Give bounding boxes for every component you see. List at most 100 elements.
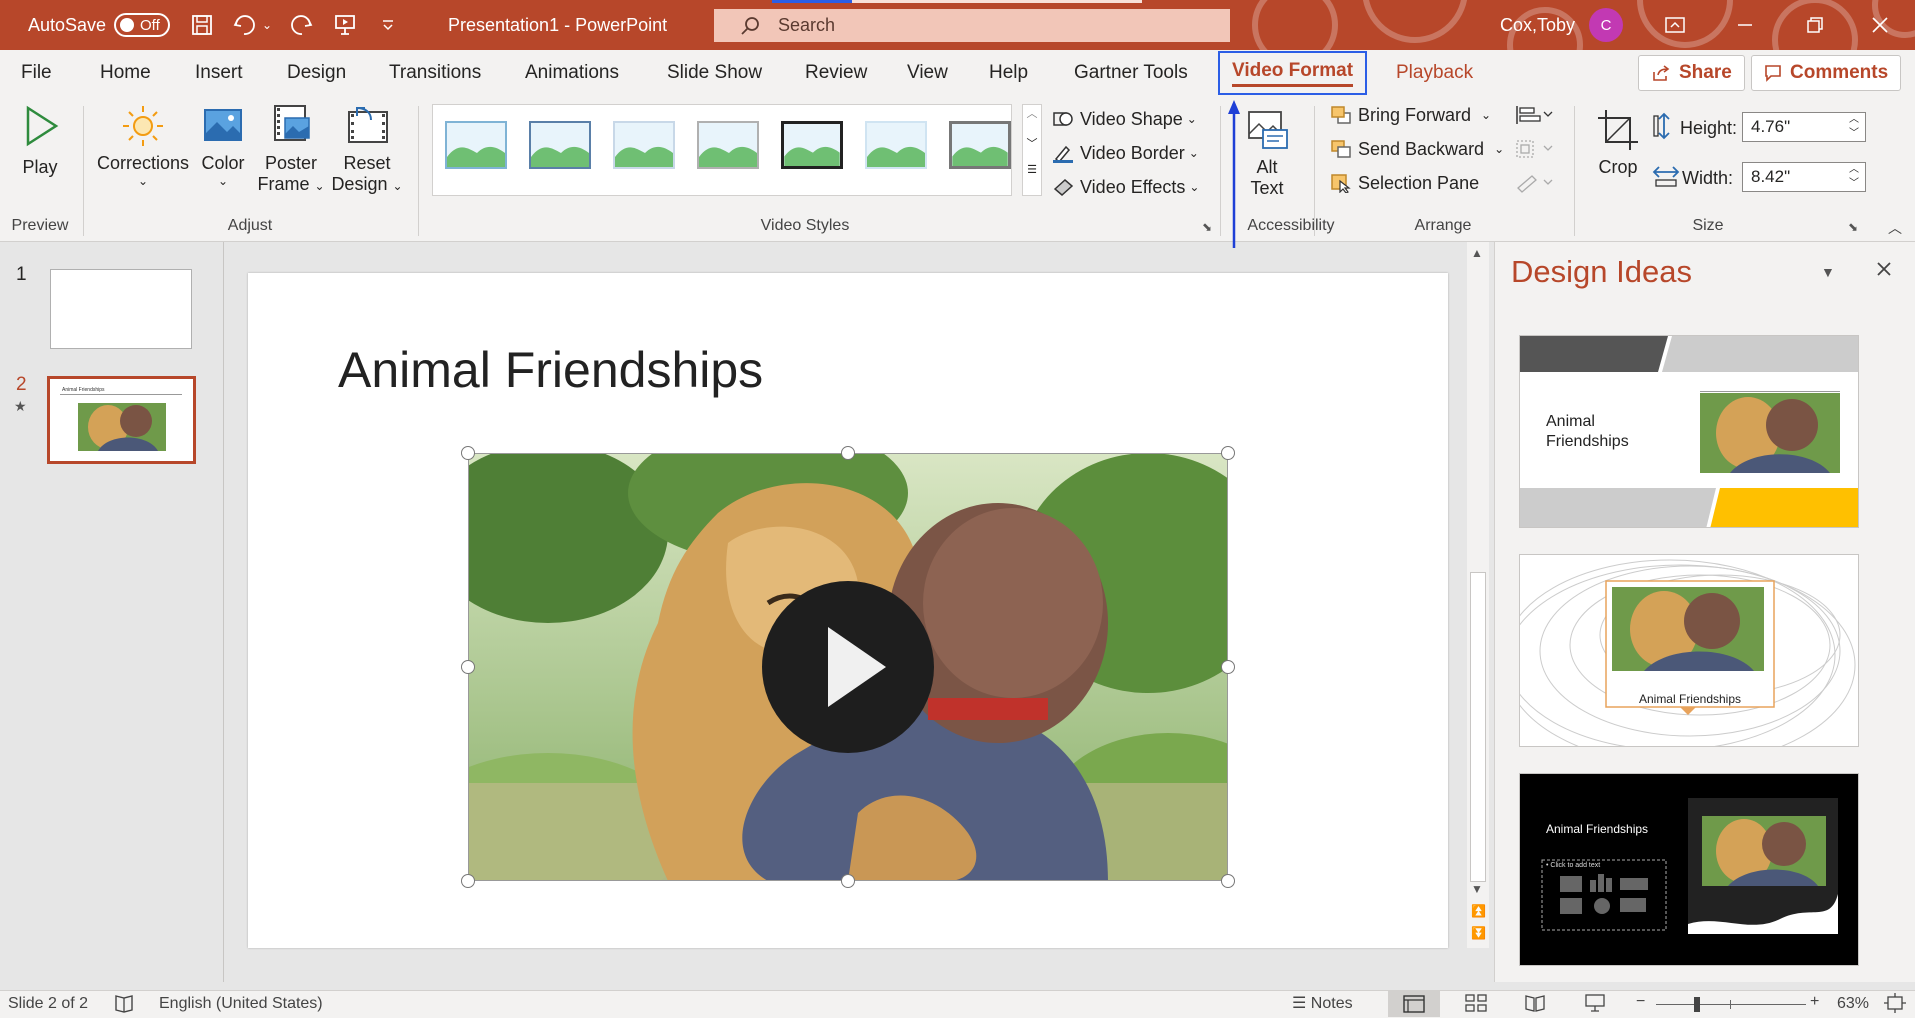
scroll-thumb[interactable] [1470, 572, 1486, 882]
close-pane-icon[interactable] [1875, 260, 1893, 283]
spell-check-icon[interactable] [113, 993, 135, 1018]
resize-handle[interactable] [1221, 660, 1235, 674]
more-styles-icon[interactable]: ☰ [1023, 163, 1041, 176]
close-window-icon[interactable] [1845, 0, 1915, 50]
height-input[interactable]: 4.76" ︿ ﹀ [1742, 112, 1866, 142]
spinner-icon[interactable]: ︿ ﹀ [1849, 113, 1859, 141]
tab-playback[interactable]: Playback [1396, 50, 1473, 96]
present-from-start-icon[interactable] [333, 0, 357, 50]
tab-home[interactable]: Home [100, 50, 151, 96]
slide-sorter-icon[interactable] [1464, 993, 1488, 1018]
tab-view[interactable]: View [907, 50, 948, 96]
slide-title[interactable]: Animal Friendships [338, 341, 763, 399]
tab-review[interactable]: Review [805, 50, 867, 96]
tab-gartner-tools[interactable]: Gartner Tools [1074, 50, 1188, 96]
crop-button[interactable]: Crop [1590, 108, 1646, 178]
undo-dropdown-icon[interactable]: ⌄ [262, 0, 272, 50]
tab-insert[interactable]: Insert [195, 50, 243, 96]
next-slide-icon[interactable]: ⏬ [1471, 926, 1486, 940]
video-style-thumbnail[interactable] [445, 121, 507, 169]
scroll-up-icon[interactable]: ▲ [1471, 246, 1483, 260]
language[interactable]: English (United States) [159, 995, 323, 1013]
resize-handle[interactable] [461, 446, 475, 460]
customize-toolbar-icon[interactable] [380, 0, 396, 50]
bring-forward-button[interactable]: Bring Forward ⌄ [1330, 100, 1491, 130]
tab-design[interactable]: Design [287, 50, 346, 96]
scroll-down-icon[interactable]: ▼ [1471, 882, 1483, 896]
video-style-thumbnail[interactable] [697, 121, 759, 169]
dialog-launcher-icon[interactable]: ⬊ [1202, 220, 1212, 234]
resize-handle[interactable] [841, 874, 855, 888]
tab-help[interactable]: Help [989, 50, 1028, 96]
color-button[interactable]: Color ⌄ [198, 104, 248, 188]
slide-thumbnail-2[interactable]: Animal Friendships [47, 376, 196, 464]
spinner-icon[interactable]: ︿ ﹀ [1849, 163, 1859, 191]
previous-slide-icon[interactable]: ⏫ [1471, 904, 1486, 918]
corrections-button[interactable]: Corrections ⌄ [96, 104, 190, 188]
slideshow-view-icon[interactable] [1584, 993, 1606, 1018]
notes-button[interactable]: ☰ Notes [1292, 993, 1353, 1013]
design-idea-1[interactable]: Animal Friendships [1519, 335, 1859, 528]
share-button[interactable]: Share [1638, 55, 1745, 91]
save-icon[interactable] [190, 0, 214, 50]
video-border-button[interactable]: Video Border ⌄ [1052, 138, 1199, 168]
video-style-thumbnail[interactable] [613, 121, 675, 169]
zoom-level[interactable]: 63% [1837, 995, 1869, 1013]
pane-options-icon[interactable]: ▼ [1821, 264, 1835, 280]
video-style-thumbnail[interactable] [781, 121, 843, 169]
zoom-slider[interactable] [1656, 997, 1806, 1012]
resize-handle[interactable] [1221, 874, 1235, 888]
align-icon[interactable] [1514, 104, 1554, 131]
slide-thumbnail-1[interactable] [50, 269, 192, 349]
video-style-thumbnail[interactable] [529, 121, 591, 169]
play-button[interactable]: Play [14, 104, 66, 178]
tab-file[interactable]: File [21, 50, 52, 96]
ribbon-display-options-icon[interactable] [1640, 0, 1710, 50]
autosave-toggle[interactable]: Off [114, 0, 170, 50]
tab-transitions[interactable]: Transitions [389, 50, 481, 96]
scroll-up-icon[interactable]: ︿ [1023, 105, 1041, 121]
gallery-scroll[interactable]: ︿ ﹀ ☰ [1022, 104, 1042, 196]
video-shape-button[interactable]: Video Shape ⌄ [1052, 104, 1197, 134]
reset-design-button[interactable]: Reset Design ⌄ [330, 104, 404, 195]
vertical-scrollbar[interactable]: ▲ ▼ ⏫ ⏬ [1467, 242, 1489, 948]
search-box[interactable]: Search [714, 9, 1230, 42]
video-style-thumbnail[interactable] [949, 121, 1011, 169]
slide-canvas[interactable]: Animal Friendships [248, 273, 1448, 948]
tab-animations[interactable]: Animations [525, 50, 619, 96]
reading-view-icon[interactable] [1524, 993, 1546, 1018]
width-input[interactable]: 8.42" ︿ ﹀ [1742, 162, 1866, 192]
comments-button[interactable]: Comments [1751, 55, 1902, 91]
normal-view-button[interactable] [1388, 991, 1440, 1017]
fit-to-window-icon[interactable] [1884, 993, 1906, 1018]
design-idea-3[interactable]: Animal Friendships • Click to add text [1519, 773, 1859, 966]
collapse-ribbon-icon[interactable]: ︿ [1888, 218, 1902, 238]
restore-icon[interactable] [1780, 0, 1850, 50]
dialog-launcher-icon[interactable]: ⬊ [1848, 220, 1858, 234]
zoom-in-icon[interactable]: + [1810, 993, 1819, 1011]
minimize-icon[interactable] [1710, 0, 1780, 50]
video-effects-button[interactable]: Video Effects ⌄ [1052, 172, 1199, 202]
send-backward-button[interactable]: Send Backward ⌄ [1330, 134, 1504, 164]
user-name[interactable]: Cox,Toby [1500, 0, 1575, 50]
poster-frame-button[interactable]: Poster Frame ⌄ [255, 104, 327, 195]
video-style-thumbnail[interactable] [865, 121, 927, 169]
resize-handle[interactable] [461, 660, 475, 674]
redo-icon[interactable] [288, 0, 314, 50]
zoom-out-icon[interactable]: − [1636, 993, 1645, 1011]
alt-text-button[interactable]: Alt Text [1242, 108, 1292, 199]
undo-icon[interactable] [232, 0, 258, 50]
design-idea-2[interactable]: Animal Friendships [1519, 554, 1859, 747]
resize-handle[interactable] [841, 446, 855, 460]
rotate-icon[interactable] [1514, 172, 1554, 199]
scroll-down-icon[interactable]: ﹀ [1023, 135, 1041, 151]
resize-handle[interactable] [1221, 446, 1235, 460]
resize-handle[interactable] [461, 874, 475, 888]
zoom-slider-thumb[interactable] [1694, 997, 1700, 1012]
group-objects-icon[interactable] [1514, 138, 1554, 165]
avatar[interactable]: C [1589, 0, 1623, 50]
selection-pane-button[interactable]: Selection Pane [1330, 168, 1479, 198]
video-player[interactable] [468, 453, 1228, 881]
tab-slideshow[interactable]: Slide Show [667, 50, 762, 96]
tab-video-format[interactable]: Video Format [1218, 51, 1368, 95]
